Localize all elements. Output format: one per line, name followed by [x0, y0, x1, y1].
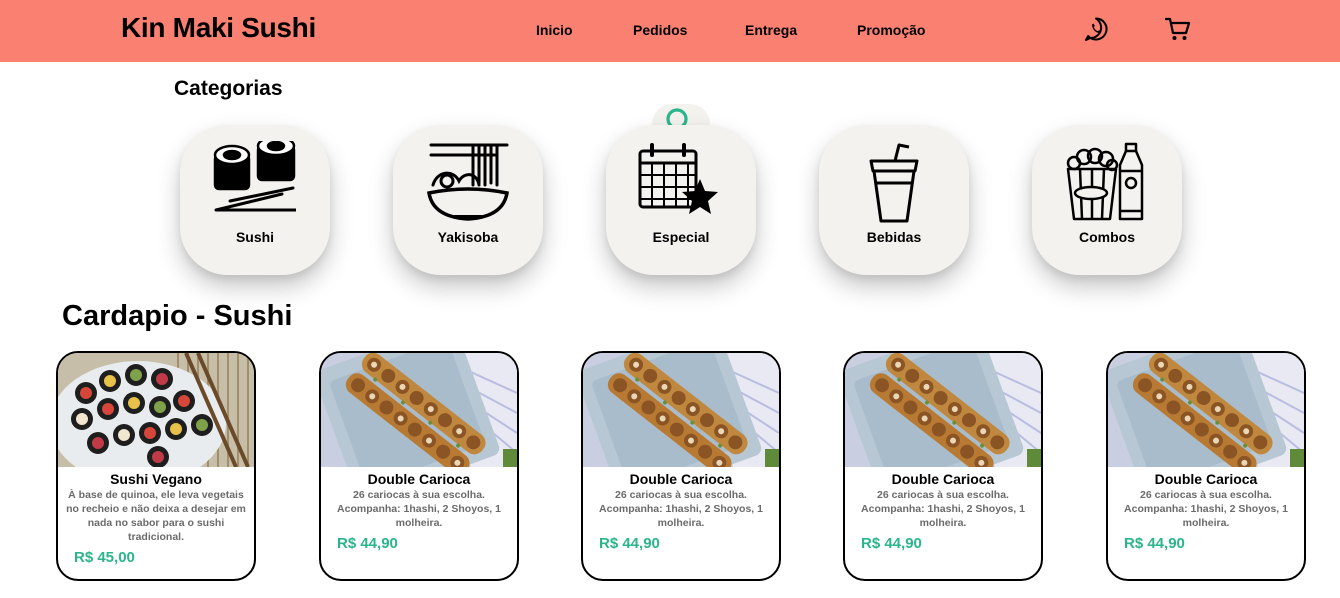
menu-item-name: Sushi Vegano — [110, 471, 202, 487]
category-combos[interactable]: Combos — [1032, 125, 1182, 275]
menu-item-photo — [1108, 353, 1304, 467]
menu-card[interactable]: Double Carioca 26 cariocas à sua escolha… — [843, 351, 1043, 581]
menu-item-description: 26 cariocas à sua escolha. Acompanha: 1h… — [337, 489, 501, 529]
menu-item-price: R$ 44,90 — [1124, 535, 1185, 552]
menu-item-price: R$ 44,90 — [599, 535, 660, 552]
cart-icon[interactable] — [1164, 16, 1191, 42]
category-label-bebidas: Bebidas — [866, 229, 922, 245]
category-label-sushi: Sushi — [235, 229, 275, 245]
menu-item-description: À base de quinoa, ele leva vegetais no r… — [66, 489, 246, 543]
nav-pedidos[interactable]: Pedidos — [633, 22, 687, 38]
category-bebidas[interactable]: Bebidas — [819, 125, 969, 275]
popcorn-bottle-icon — [1066, 142, 1144, 221]
menu-item-price: R$ 44,90 — [861, 535, 922, 552]
sushi-icon — [213, 141, 296, 212]
calendar-star-icon — [638, 143, 718, 214]
menu-item-name: Double Carioca — [629, 471, 733, 487]
menu-item-photo — [845, 353, 1041, 467]
category-label-yakisoba: Yakisoba — [437, 229, 499, 245]
drink-cup-icon — [869, 143, 919, 223]
menu-item-description: 26 cariocas à sua escolha. Acompanha: 1h… — [861, 489, 1025, 529]
menu-item-price: R$ 44,90 — [337, 535, 398, 552]
menu-item-name: Double Carioca — [891, 471, 995, 487]
menu-card[interactable]: Sushi Vegano À base de quinoa, ele leva … — [56, 351, 256, 581]
menu-item-price: R$ 45,00 — [74, 549, 135, 566]
category-label-especial: Especial — [652, 229, 710, 245]
category-especial[interactable]: Especial — [606, 125, 756, 275]
menu-card[interactable]: Double Carioca 26 cariocas à sua escolha… — [581, 351, 781, 581]
menu-item-name: Double Carioca — [367, 471, 471, 487]
category-yakisoba[interactable]: Yakisoba — [393, 125, 543, 275]
brand-logo[interactable]: Kin Maki Sushi — [121, 12, 316, 44]
menu-item-photo — [583, 353, 779, 467]
category-sushi[interactable]: Sushi — [180, 125, 330, 275]
menu-title: Cardapio - Sushi — [62, 300, 293, 332]
menu-item-name: Double Carioca — [1154, 471, 1258, 487]
whatsapp-icon[interactable] — [1083, 16, 1109, 42]
menu-item-description: 26 cariocas à sua escolha. Acompanha: 1h… — [1124, 489, 1288, 529]
nav-entrega[interactable]: Entrega — [745, 22, 797, 38]
categories-title: Categorias — [174, 77, 283, 100]
menu-item-photo — [321, 353, 517, 467]
nav-inicio[interactable]: Inicio — [536, 22, 573, 38]
noodle-bowl-icon — [426, 143, 510, 221]
menu-item-description: 26 cariocas à sua escolha. Acompanha: 1h… — [599, 489, 763, 529]
menu-item-photo — [58, 353, 254, 467]
menu-card[interactable]: Double Carioca 26 cariocas à sua escolha… — [319, 351, 519, 581]
category-label-combos: Combos — [1079, 229, 1135, 245]
top-header: Kin Maki Sushi Inicio Pedidos Entrega Pr… — [0, 0, 1340, 62]
nav-promocao[interactable]: Promoção — [857, 22, 925, 38]
menu-card[interactable]: Double Carioca 26 cariocas à sua escolha… — [1106, 351, 1306, 581]
